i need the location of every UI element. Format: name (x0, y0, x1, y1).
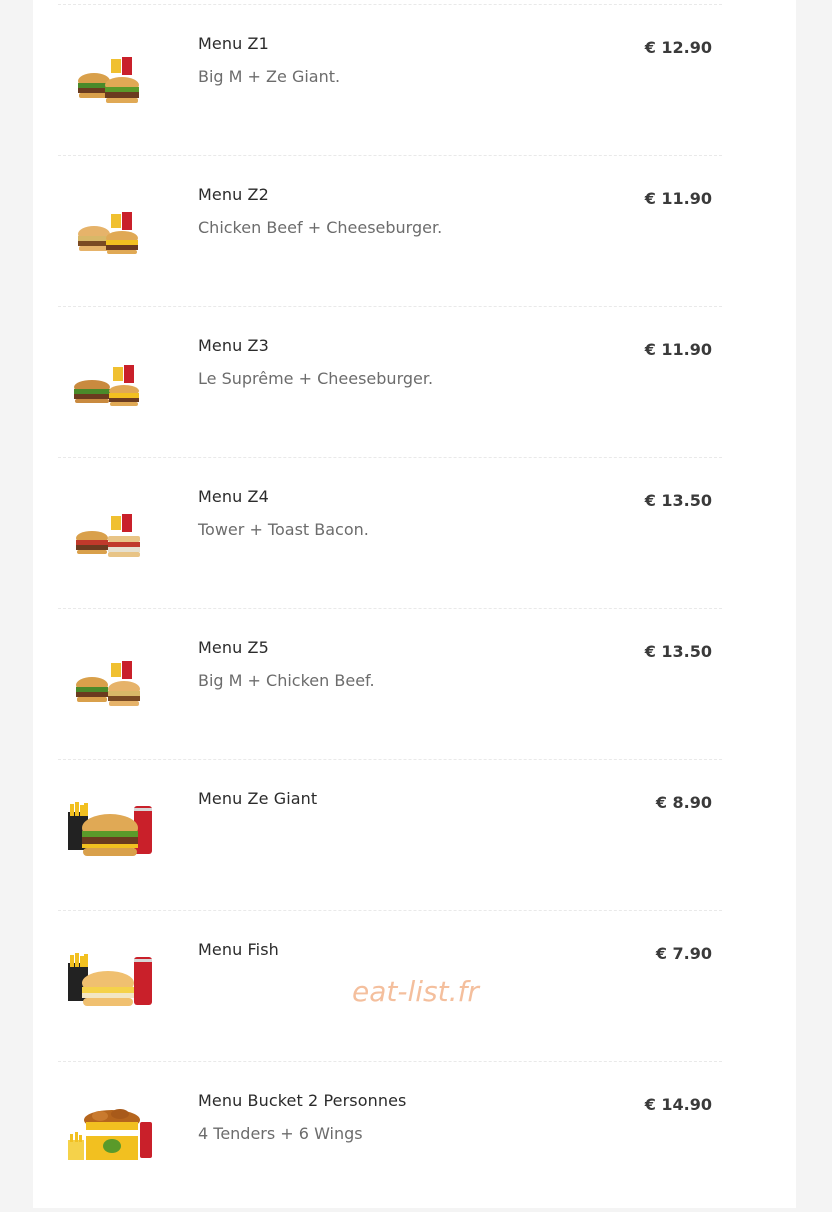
menu-item[interactable]: Menu Z1 Big M + Ze Giant. € 12.90 (58, 4, 722, 155)
menu-item-price: € 12.90 (644, 38, 712, 57)
menu-item-name: Menu Fish (198, 940, 279, 959)
menu-item-price: € 8.90 (655, 793, 712, 812)
menu-item-price: € 11.90 (644, 189, 712, 208)
menu-list: Menu Z1 Big M + Ze Giant. € 12.90 Menu Z… (58, 4, 722, 1212)
menu-item-description: Big M + Chicken Beef. (198, 671, 375, 690)
chicken-bucket-icon (64, 1100, 160, 1172)
menu-item-description: 4 Tenders + 6 Wings (198, 1124, 363, 1143)
menu-item-name: Menu Z3 (198, 336, 269, 355)
fish-burger-fries-cola-icon (64, 949, 160, 1021)
two-burgers-fries-drink-icon (64, 345, 160, 417)
menu-item[interactable]: Menu Bucket 2 Personnes 4 Tenders + 6 Wi… (58, 1061, 722, 1212)
menu-item-name: Menu Bucket 2 Personnes (198, 1091, 407, 1110)
menu-item-price: € 13.50 (644, 491, 712, 510)
menu-item-name: Menu Z4 (198, 487, 269, 506)
menu-item-name: Menu Z5 (198, 638, 269, 657)
menu-item[interactable]: Menu Z3 Le Suprême + Cheeseburger. € 11.… (58, 306, 722, 457)
menu-item-price: € 7.90 (655, 944, 712, 963)
menu-item-price: € 14.90 (644, 1095, 712, 1114)
menu-item[interactable]: Menu Z2 Chicken Beef + Cheeseburger. € 1… (58, 155, 722, 306)
menu-item-name: Menu Ze Giant (198, 789, 318, 808)
two-burgers-fries-drink-icon (64, 647, 160, 719)
two-burgers-fries-drink-icon (64, 496, 160, 568)
two-burgers-fries-drink-icon (64, 43, 160, 115)
menu-item-description: Le Suprême + Cheeseburger. (198, 369, 434, 388)
menu-item-name: Menu Z2 (198, 185, 269, 204)
burger-fries-cola-icon (64, 798, 160, 870)
menu-item[interactable]: Menu Z5 Big M + Chicken Beef. € 13.50 (58, 608, 722, 759)
menu-item-price: € 13.50 (644, 642, 712, 661)
menu-item-description: Tower + Toast Bacon. (198, 520, 369, 539)
menu-item-description: Chicken Beef + Cheeseburger. (198, 218, 443, 237)
menu-item-name: Menu Z1 (198, 34, 269, 53)
watermark: eat-list.fr (352, 975, 479, 1008)
menu-panel: Menu Z1 Big M + Ze Giant. € 12.90 Menu Z… (33, 0, 796, 1208)
menu-item-description: Big M + Ze Giant. (198, 67, 341, 86)
two-burgers-fries-drink-icon (64, 194, 160, 266)
menu-item[interactable]: Menu Z4 Tower + Toast Bacon. € 13.50 (58, 457, 722, 608)
menu-item[interactable]: Menu Ze Giant € 8.90 (58, 759, 722, 910)
menu-item-price: € 11.90 (644, 340, 712, 359)
